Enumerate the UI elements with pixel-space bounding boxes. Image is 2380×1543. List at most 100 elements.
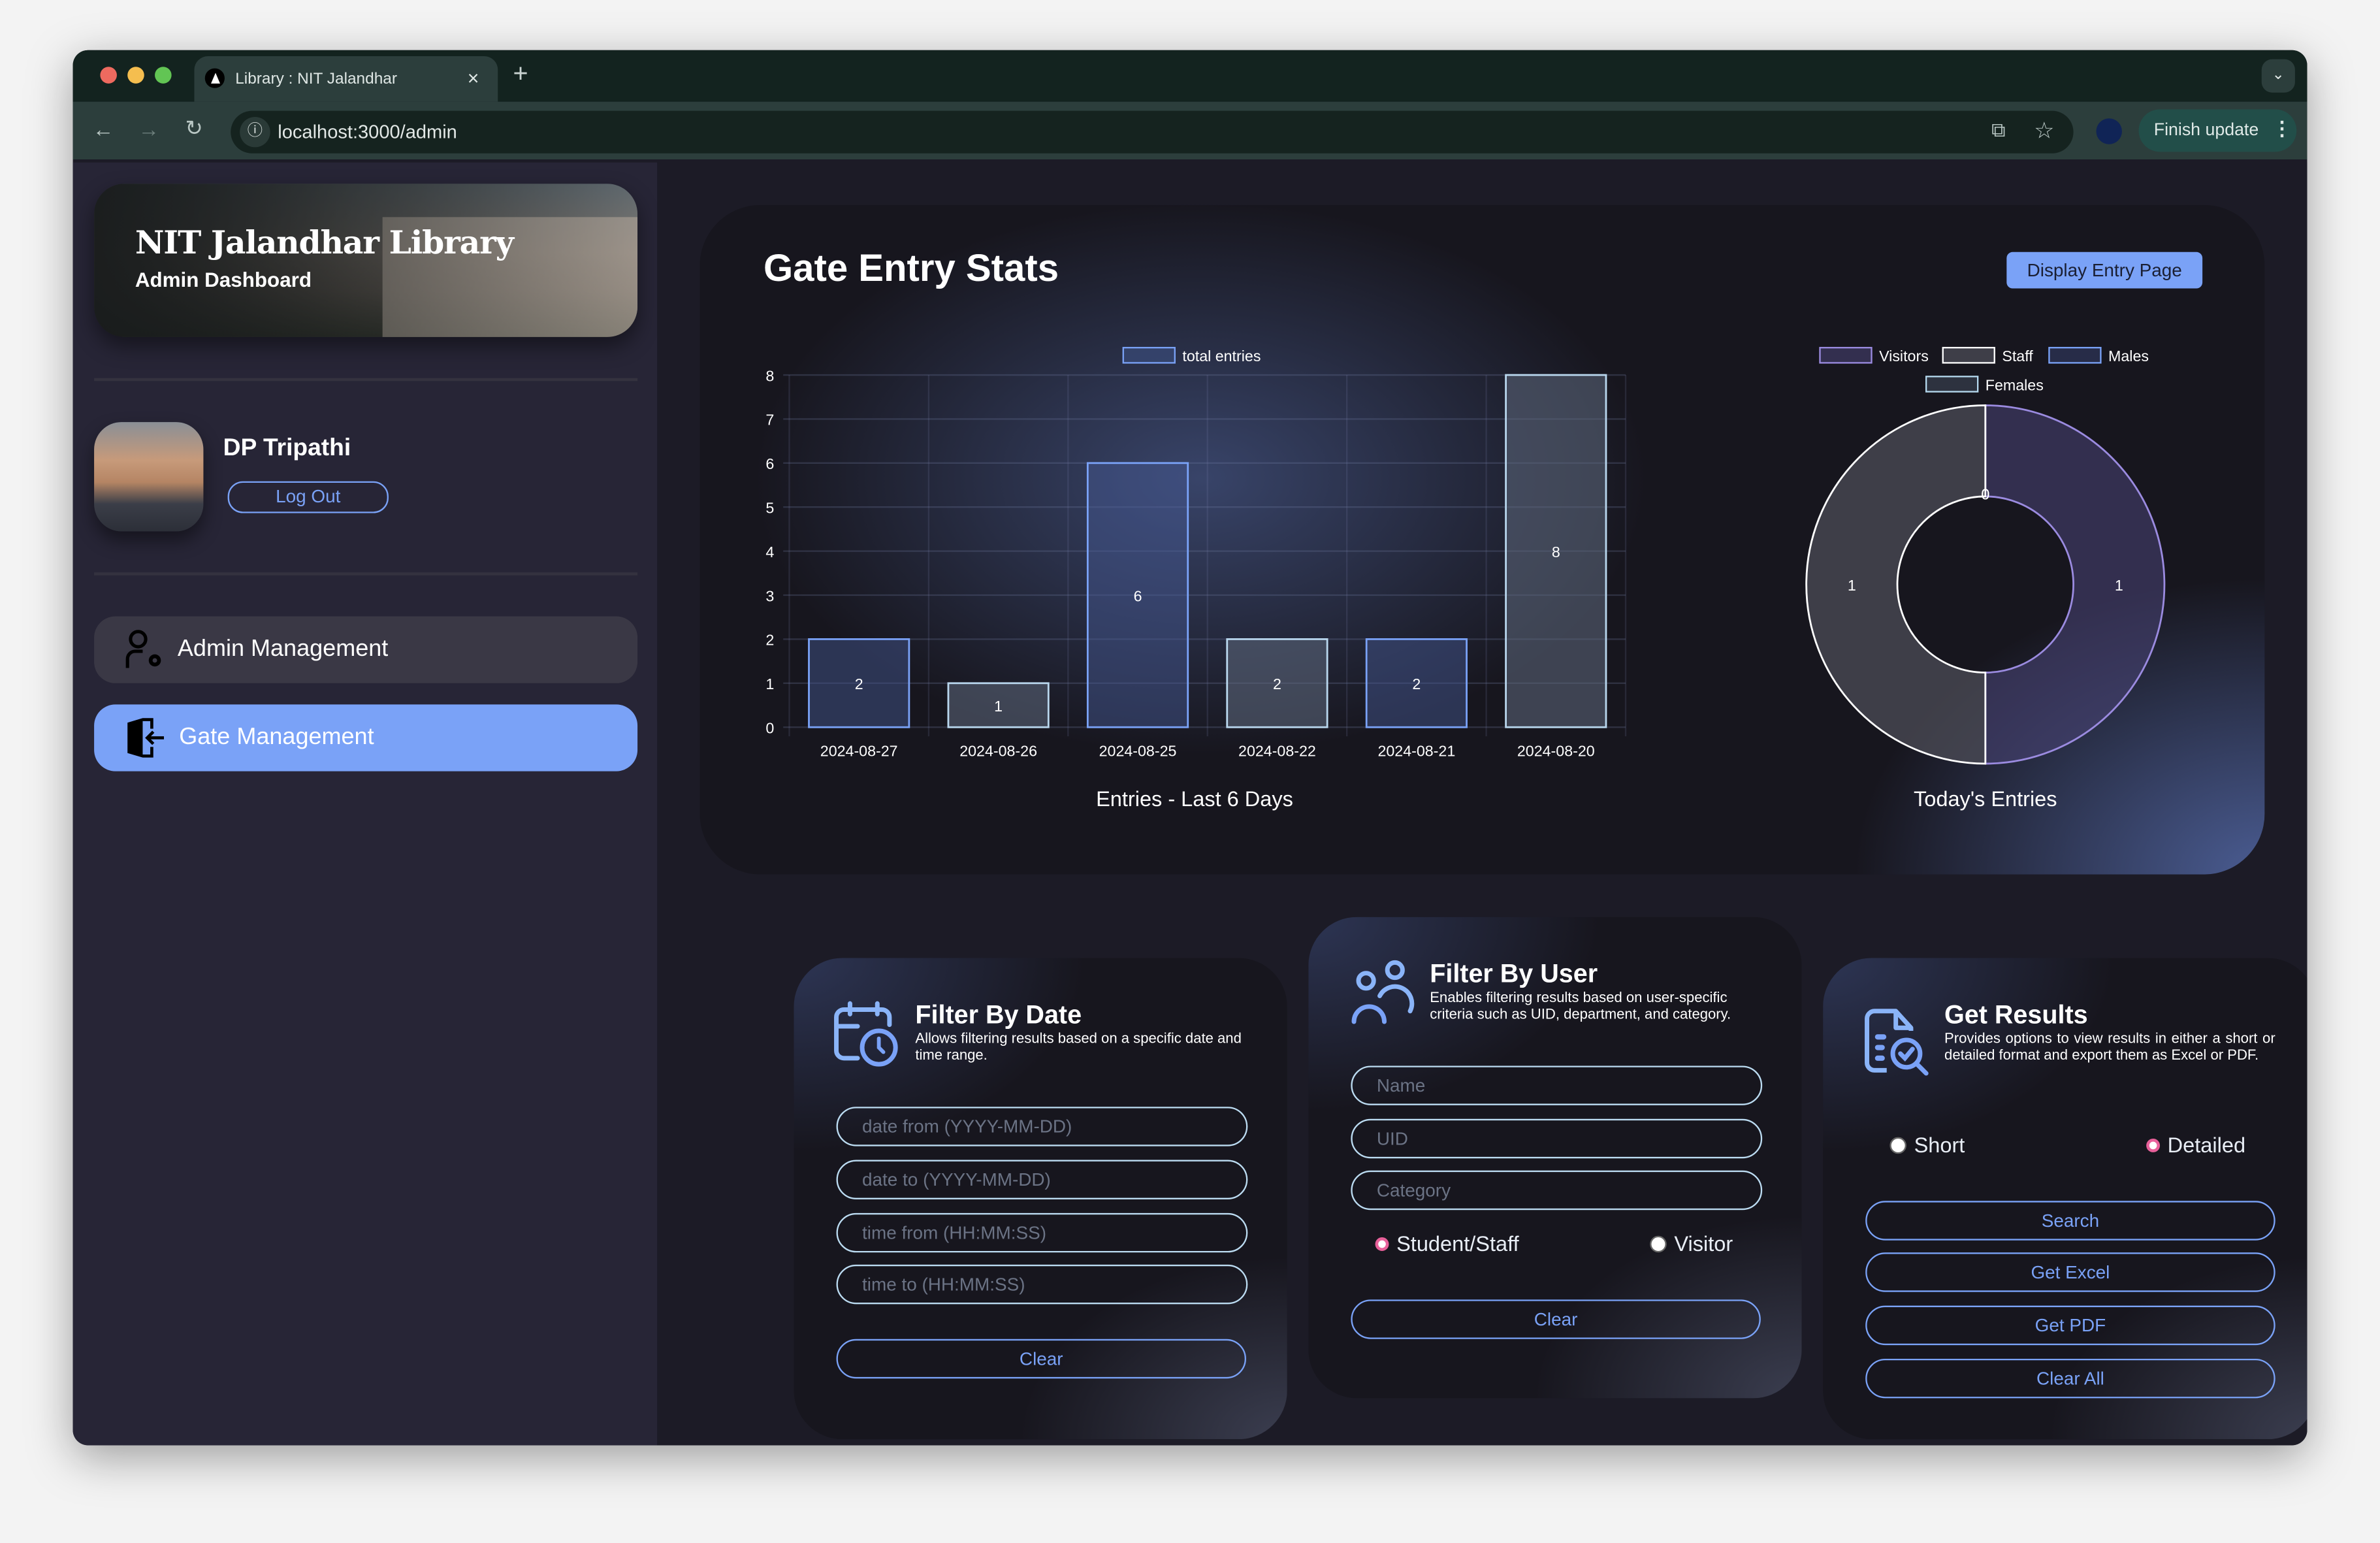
gate-entry-stats-card: Gate Entry Stats Display Entry Page 0123… [700,204,2265,875]
finish-update-button[interactable]: Finish update ⋮ [2138,109,2297,152]
charts-area: 0 1 2 3 4 5 6 7 8 2 2024-08-27 1 2024-08-26 6 2024-08-… [765,347,2166,811]
donut-value-label: 1 [1848,577,1856,594]
filter-by-user-card: Filter By User Enables filtering results… [1308,917,1802,1399]
legend-swatch [2048,347,2102,364]
x-tick-label: 2024-08-26 [959,742,1037,759]
chart-title: Today's Entries [1914,787,2057,811]
card-title: Filter By User [1430,959,1598,988]
legend-label: Staff [2002,348,2033,365]
legend-label: Visitors [1879,348,1929,365]
more-menu-icon[interactable]: ⋮ [2272,117,2292,141]
browser-window: Library : NIT Jalandhar × + ⌄ ← → ↻ ⓘ lo… [72,50,2308,1446]
radio-label: Student/Staff [1396,1231,1519,1256]
donut-value-label: 0 [1981,486,1989,503]
profile-avatar[interactable] [2096,118,2122,144]
divider [94,378,638,382]
x-tick-label: 2024-08-21 [1377,742,1455,759]
time-to-input[interactable]: time to (HH:MM:SS) [836,1264,1248,1305]
open-external-icon[interactable]: ⧉ [1991,118,2006,142]
x-tick-label: 2024-08-25 [1099,742,1177,759]
banner-subtitle: Admin Dashboard [135,268,312,292]
maximize-window-button[interactable] [155,67,172,84]
clear-all-button[interactable]: Clear All [1865,1358,2275,1399]
donut-slice [1805,404,1987,765]
address-bar[interactable]: ⓘ localhost:3000/admin ⧉ ☆ [231,110,2074,154]
browser-tab[interactable]: Library : NIT Jalandhar × [194,56,498,102]
date-from-input[interactable]: date from (YYYY-MM-DD) [836,1107,1248,1146]
legend-swatch [1925,376,1979,393]
site-info-icon[interactable]: ⓘ [240,116,270,148]
get-excel-button[interactable]: Get Excel [1865,1252,2275,1292]
new-tab-button[interactable]: + [513,59,528,89]
radio-label: Visitor [1674,1231,1733,1256]
x-tick-label: 2024-08-22 [1238,742,1316,759]
radio-detailed[interactable]: Detailed [2146,1133,2245,1157]
name-input[interactable]: Name [1351,1065,1763,1105]
donut-value-label: 1 [2115,577,2123,594]
nav-label: Gate Management [179,724,374,751]
logout-button[interactable]: Log Out [227,481,389,513]
date-to-input[interactable]: date to (YYYY-MM-DD) [836,1160,1248,1199]
legend-swatch [1942,347,1995,364]
time-from-input[interactable]: time from (HH:MM:SS) [836,1212,1248,1253]
radio-indicator [1890,1136,1906,1154]
clear-user-button[interactable]: Clear [1351,1299,1761,1339]
y-tick-label: 4 [765,544,774,560]
bar-value-label: 6 [1134,587,1142,604]
legend-swatch [1122,347,1176,364]
user-name: DP Tripathi [223,435,351,462]
radio-label: Detailed [2167,1132,2246,1157]
y-tick-label: 2 [765,632,774,649]
radio-indicator-selected [1375,1236,1389,1250]
bar-value-label: 1 [994,698,1003,715]
reload-icon[interactable]: ↻ [185,116,203,142]
tab-title: Library : NIT Jalandhar [235,69,397,88]
uid-input[interactable]: UID [1351,1118,1763,1159]
library-banner: NIT Jalandhar Library Admin Dashboard [94,184,638,337]
y-tick-label: 6 [765,455,774,472]
finish-update-label: Finish update [2153,121,2259,140]
bookmark-star-icon[interactable]: ☆ [2034,117,2054,144]
filter-by-date-card: Filter By Date Allows filtering results … [794,958,1287,1440]
radio-short[interactable]: Short [1890,1133,1965,1157]
bar-value-label: 2 [855,675,863,692]
card-title: Filter By Date [915,1000,1082,1030]
get-pdf-button[interactable]: Get PDF [1865,1305,2275,1346]
sidebar-item-gate-management[interactable]: Gate Management [94,704,638,772]
toolbar: ← → ↻ ⓘ localhost:3000/admin ⧉ ☆ Finish … [72,101,2308,160]
calendar-clock-icon [834,1001,898,1067]
tab-search-chevron-icon[interactable]: ⌄ [2261,59,2295,93]
sidebar-item-admin-management[interactable]: Admin Management [94,616,638,683]
url-text[interactable]: localhost:3000/admin [278,122,457,143]
back-icon[interactable]: ← [93,117,114,141]
close-tab-icon[interactable]: × [468,67,479,89]
category-input[interactable]: Category [1351,1170,1763,1210]
close-window-button[interactable] [100,67,117,84]
forward-icon[interactable]: → [138,117,159,141]
nav-label: Admin Management [177,636,389,662]
get-results-card: Get Results Provides options to view res… [1823,958,2308,1440]
search-button[interactable]: Search [1865,1201,2275,1241]
legend-label: total entries [1182,348,1261,365]
minimize-window-button[interactable] [127,67,144,84]
user-gear-icon [125,630,161,668]
sidebar: NIT Jalandhar Library Admin Dashboard DP… [72,162,658,1446]
avatar [94,422,204,532]
y-tick-label: 0 [765,719,774,736]
banner-title: NIT Jalandhar Library [135,223,514,261]
radio-student-staff[interactable]: Student/Staff [1375,1231,1519,1256]
radio-indicator-selected [2146,1137,2161,1152]
tab-bar: Library : NIT Jalandhar × + ⌄ [72,50,2308,102]
x-tick-label: 2024-08-20 [1517,742,1595,759]
legend-label: Males [2108,348,2149,365]
main-content: Gate Entry Stats Display Entry Page 0123… [657,162,2308,1446]
radio-label: Short [1914,1132,1965,1157]
chart-title: Entries - Last 6 Days [1096,787,1293,811]
radio-visitor[interactable]: Visitor [1650,1231,1733,1256]
favicon-icon [204,68,225,88]
y-tick-label: 3 [765,587,774,604]
y-tick-label: 1 [765,675,774,692]
clear-date-button[interactable]: Clear [836,1339,1247,1379]
card-title: Get Results [1944,1000,2088,1030]
card-description: Allows filtering results based on a spec… [915,1030,1242,1065]
